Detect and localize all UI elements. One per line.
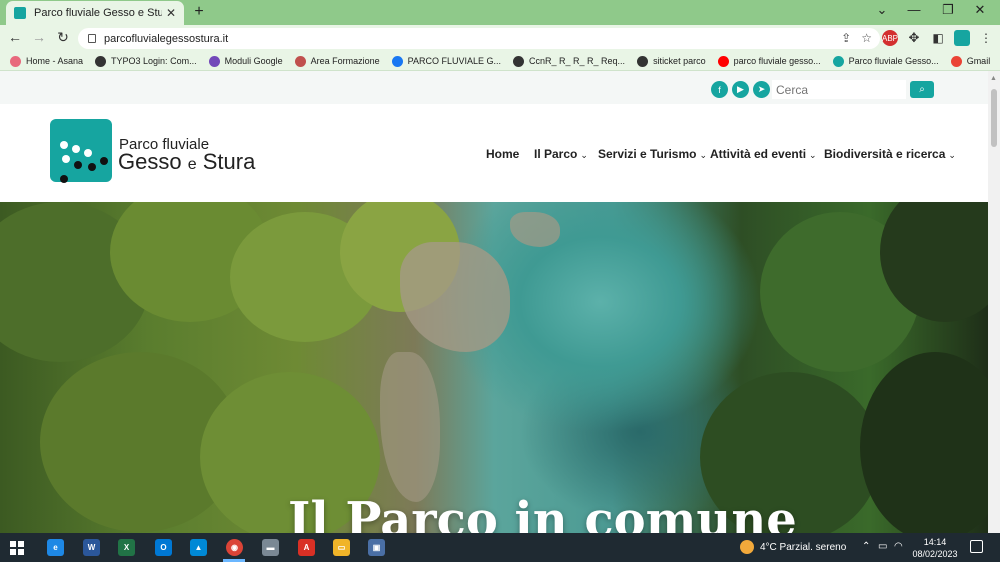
back-arrow-icon[interactable]: ← [6, 29, 24, 45]
url-text: parcofluvialegessostura.it [104, 32, 229, 45]
bookmark-star-icon[interactable]: ☆ [861, 31, 872, 45]
window-close-icon[interactable]: ✕ [970, 2, 990, 18]
tab-search-chevron-icon[interactable]: ⌄ [872, 2, 892, 18]
azure-icon[interactable]: ▲ [190, 539, 207, 556]
nav-item-servizi-turismo[interactable]: Servizi e Turismo ⌄ [598, 147, 707, 161]
site-search-button[interactable]: ⌕ [910, 81, 934, 98]
bookmark-item[interactable]: Area Formazione [294, 55, 380, 67]
lock-icon [88, 34, 96, 43]
acrobat-icon[interactable]: A [298, 539, 315, 556]
logo-title-line2: Gesso e Stura [118, 149, 256, 174]
bookmark-favicon-icon [637, 55, 649, 67]
bookmark-item[interactable]: Gmail [950, 55, 990, 67]
windows-start-icon[interactable] [10, 541, 24, 555]
chevron-down-icon: ⌄ [948, 150, 956, 160]
site-top-bar: f ▶ ➤ ⌕ [0, 71, 988, 104]
notification-center-icon[interactable] [970, 540, 983, 553]
bookmark-favicon-icon [950, 55, 962, 67]
bookmark-favicon-icon [832, 55, 844, 67]
chrome-menu-icon[interactable]: ⋮ [978, 30, 994, 46]
windows-taskbar: e W X O ▲ ◉ ▬ A ▭ ▣ 4°C Parzial. sereno … [0, 533, 1000, 562]
share-icon[interactable]: ⇪ [841, 31, 851, 45]
bookmark-favicon-icon [208, 55, 220, 67]
search-icon: ⌕ [919, 84, 925, 95]
wifi-icon[interactable]: ◠ [894, 541, 903, 552]
site-favicon-icon [14, 7, 26, 19]
address-bar[interactable]: parcofluvialegessostura.it ⇪ ☆ [78, 28, 880, 49]
nav-item-il-parco[interactable]: Il Parco ⌄ [534, 147, 588, 161]
tray-chevron-up-icon[interactable]: ⌃ [862, 541, 870, 552]
battery-icon[interactable]: ▭ [878, 541, 887, 552]
chevron-down-icon: ⌄ [699, 150, 708, 160]
chrome-icon[interactable]: ◉ [226, 539, 243, 556]
facebook-icon[interactable]: f [711, 81, 728, 98]
bookmark-item[interactable]: TYPO3 Login: Com... [95, 55, 197, 67]
nav-item-attivita-eventi[interactable]: Attività ed eventi ⌄ [710, 147, 817, 161]
hero-title: Il Parco in comune [288, 492, 797, 533]
system-clock[interactable]: 14:14 08/02/2023 [912, 536, 958, 560]
browser-toolbar: ← → ↻ parcofluvialegessostura.it ⇪ ☆ [0, 25, 1000, 52]
site-search-input[interactable] [772, 80, 906, 99]
nav-item-home[interactable]: Home [486, 147, 519, 161]
scrollbar-thumb[interactable] [991, 89, 997, 147]
reload-icon[interactable]: ↻ [54, 29, 72, 46]
browser-tab-bar: Parco fluviale Gesso e Stura ✕ + ⌄ — ❐ ✕ [0, 0, 1000, 25]
site-header: Parco fluviale Gesso e Stura Home Il Par… [0, 104, 988, 202]
bookmark-favicon-icon [717, 55, 729, 67]
tab-close-icon[interactable]: ✕ [166, 6, 176, 20]
remote-desktop-icon[interactable]: ▣ [368, 539, 385, 556]
bookmark-item[interactable]: parco fluviale gesso... [717, 55, 821, 67]
bookmark-favicon-icon [10, 55, 21, 67]
weather-widget[interactable]: 4°C Parzial. sereno [740, 540, 846, 554]
bookmark-favicon-icon [294, 55, 306, 67]
outlook-icon[interactable]: O [155, 539, 172, 556]
chevron-down-icon: ⌄ [809, 150, 817, 160]
bookmark-item[interactable]: Parco fluviale Gesso... [832, 55, 939, 67]
bookmark-favicon-icon [513, 55, 525, 67]
website-viewport: f ▶ ➤ ⌕ Parco fluviale Gesso e Stura Hom… [0, 71, 988, 533]
park-logo-icon[interactable] [50, 119, 112, 183]
hero-banner: Il Parco in comune [0, 202, 988, 533]
weather-sun-icon [740, 540, 754, 554]
bookmarks-bar: Home - Asana TYPO3 Login: Com... Moduli … [0, 52, 1000, 71]
new-tab-button[interactable]: + [190, 3, 208, 21]
excel-icon[interactable]: X [118, 539, 135, 556]
youtube-icon[interactable]: ▶ [732, 81, 749, 98]
tab-title: Parco fluviale Gesso e Stura [34, 7, 162, 19]
bookmark-item[interactable]: CcnR_ R_ R_ R_ Req... [513, 55, 625, 67]
word-icon[interactable]: W [83, 539, 100, 556]
nav-item-biodiversita-ricerca[interactable]: Biodiversità e ricerca ⌄ [824, 147, 956, 161]
bookmark-item[interactable]: Home - Asana [10, 55, 83, 67]
browser-tab[interactable]: Parco fluviale Gesso e Stura ✕ [6, 1, 184, 25]
bookmark-favicon-icon [391, 55, 403, 67]
adblock-extension-icon[interactable]: ABP [882, 30, 898, 46]
file-explorer-icon[interactable]: ▭ [333, 539, 350, 556]
telegram-icon[interactable]: ➤ [753, 81, 770, 98]
minimize-icon[interactable]: — [904, 2, 924, 17]
bookmark-favicon-icon [95, 55, 107, 67]
restore-icon[interactable]: ❐ [938, 2, 958, 18]
bookmark-item[interactable]: Moduli Google [208, 55, 283, 67]
bookmark-item[interactable]: PARCO FLUVIALE G... [391, 55, 501, 67]
side-panel-icon[interactable]: ◧ [930, 30, 946, 46]
puzzle-extensions-icon[interactable]: ✥ [906, 30, 922, 46]
bookmark-item[interactable]: siticket parco [637, 55, 706, 67]
forward-arrow-icon[interactable]: → [30, 29, 48, 45]
car-app-icon[interactable]: ▬ [262, 539, 279, 556]
page-scrollbar[interactable]: ▲ [988, 71, 1000, 533]
profile-avatar-icon[interactable] [954, 30, 970, 46]
chevron-down-icon: ⌄ [580, 150, 588, 160]
scroll-up-icon[interactable]: ▲ [990, 75, 997, 82]
internet-explorer-icon[interactable]: e [47, 539, 64, 556]
